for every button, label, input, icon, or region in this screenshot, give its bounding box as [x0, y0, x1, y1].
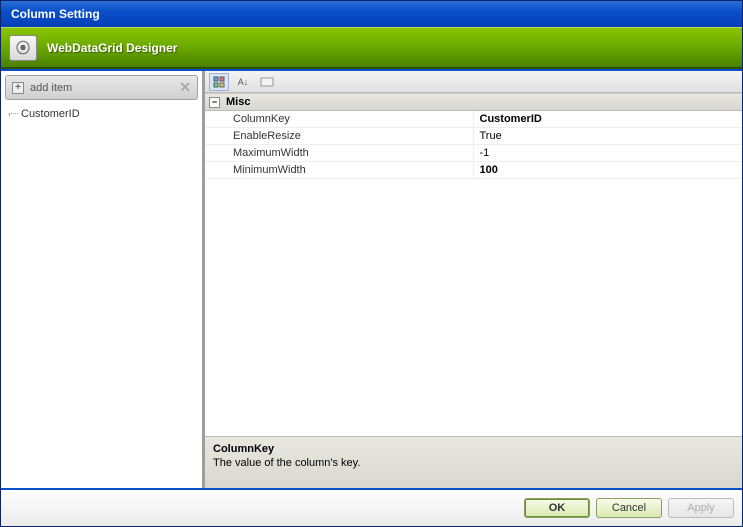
- property-row[interactable]: MaximumWidth -1: [205, 145, 742, 162]
- items-panel: + add item ✕ CustomerID: [1, 71, 205, 488]
- tree-item-label: CustomerID: [21, 108, 80, 120]
- property-value[interactable]: 100: [474, 162, 743, 178]
- property-row[interactable]: ColumnKey CustomerID: [205, 111, 742, 128]
- property-pages-button[interactable]: [257, 73, 277, 91]
- property-row[interactable]: MinimumWidth 100: [205, 162, 742, 179]
- property-name: ColumnKey: [205, 111, 474, 127]
- category-header[interactable]: − Misc: [205, 93, 742, 111]
- add-item-label: add item: [30, 82, 72, 94]
- dialog-window: Column Setting ⦿ WebDataGrid Designer + …: [0, 0, 743, 527]
- categorized-icon: [213, 76, 225, 88]
- property-name: MaximumWidth: [205, 145, 474, 161]
- body-area: + add item ✕ CustomerID A↓: [1, 69, 742, 488]
- property-toolbar: A↓: [205, 71, 742, 93]
- ok-button[interactable]: OK: [524, 498, 590, 518]
- add-item-button[interactable]: + add item ✕: [5, 75, 198, 100]
- designer-header: ⦿ WebDataGrid Designer: [1, 27, 742, 69]
- dialog-buttons: OK Cancel Apply: [1, 488, 742, 526]
- window-title: Column Setting: [11, 7, 100, 21]
- property-value[interactable]: CustomerID: [474, 111, 743, 127]
- apply-button[interactable]: Apply: [668, 498, 734, 518]
- tree-item[interactable]: CustomerID: [1, 104, 202, 124]
- category-label: Misc: [226, 96, 250, 108]
- property-value[interactable]: True: [474, 128, 743, 144]
- property-name: MinimumWidth: [205, 162, 474, 178]
- property-grid: − Misc ColumnKey CustomerID EnableResize…: [205, 93, 742, 436]
- cancel-button[interactable]: Cancel: [596, 498, 662, 518]
- pages-icon: [260, 76, 274, 88]
- designer-title: WebDataGrid Designer: [47, 41, 177, 55]
- property-name: EnableResize: [205, 128, 474, 144]
- help-panel: ColumnKey The value of the column's key.: [205, 436, 742, 488]
- alphabetical-view-button[interactable]: A↓: [233, 73, 253, 91]
- designer-logo-icon: ⦿: [9, 35, 37, 61]
- sort-az-icon: A↓: [238, 77, 249, 87]
- help-title: ColumnKey: [213, 443, 734, 455]
- collapse-toggle-icon[interactable]: −: [209, 97, 220, 108]
- property-row[interactable]: EnableResize True: [205, 128, 742, 145]
- title-bar[interactable]: Column Setting: [1, 1, 742, 27]
- property-value[interactable]: -1: [474, 145, 743, 161]
- plus-icon: +: [12, 82, 24, 94]
- help-description: The value of the column's key.: [213, 457, 734, 469]
- remove-item-button[interactable]: ✕: [179, 79, 191, 96]
- property-panel: A↓ − Misc ColumnKey CustomerID EnableRes…: [205, 71, 742, 488]
- categorized-view-button[interactable]: [209, 73, 229, 91]
